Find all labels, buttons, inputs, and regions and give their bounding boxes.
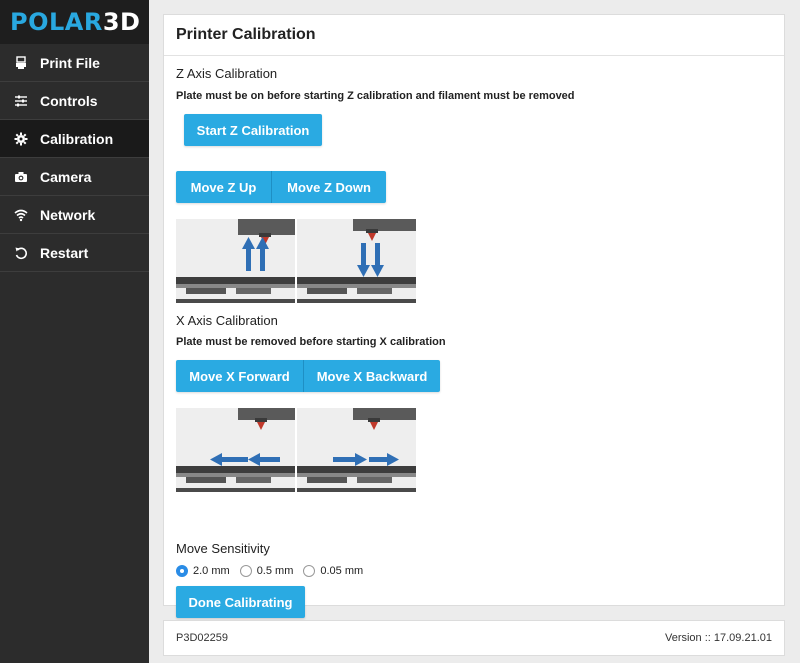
sidebar-item-restart[interactable]: Restart: [0, 234, 149, 272]
restart-icon: [14, 246, 28, 260]
x-backward-illustration: [297, 408, 416, 492]
move-sensitivity-title: Move Sensitivity: [176, 541, 270, 556]
z-axis-title: Z Axis Calibration: [176, 66, 278, 81]
move-x-backward-button[interactable]: Move X Backward: [304, 360, 440, 392]
x-axis-note: Plate must be removed before starting X …: [176, 336, 446, 348]
page-title: Printer Calibration: [176, 26, 316, 43]
move-x-forward-button[interactable]: Move X Forward: [176, 360, 304, 392]
panel-header: Printer Calibration: [164, 15, 784, 56]
sensitivity-option-0-5mm[interactable]: 0.5 mm: [239, 565, 294, 577]
move-z-up-button[interactable]: Move Z Up: [176, 171, 272, 203]
sidebar-item-controls[interactable]: Controls: [0, 82, 149, 120]
logo-text: POLAR3D: [10, 8, 141, 36]
calibration-panel: Printer Calibration Z Axis Calibration P…: [163, 14, 785, 618]
sidebar-item-label: Calibration: [40, 130, 114, 147]
move-z-down-button[interactable]: Move Z Down: [272, 171, 386, 203]
gear-icon: [14, 132, 28, 146]
radio-checked-icon[interactable]: [176, 565, 188, 577]
sidebar-item-network[interactable]: Network: [0, 196, 149, 234]
z-move-button-group: Move Z Up Move Z Down: [176, 171, 386, 203]
start-z-calibration-button[interactable]: Start Z Calibration: [184, 114, 322, 146]
sidebar-item-label: Network: [40, 206, 96, 223]
sidebar-item-calibration[interactable]: Calibration: [0, 120, 149, 158]
version-label: Version :: 17.09.21.01: [664, 632, 772, 644]
z-axis-note: Plate must be on before starting Z calib…: [176, 90, 575, 102]
sidebar-item-label: Restart: [40, 244, 89, 261]
z-up-illustration: [176, 219, 295, 303]
radio-label: 2.0 mm: [193, 565, 230, 577]
sidebar: POLAR3D Print File Controls Calibration …: [0, 0, 149, 663]
radio-label: 0.5 mm: [256, 565, 294, 577]
printer-icon: [14, 55, 28, 70]
sidebar-item-label: Controls: [40, 92, 98, 109]
z-down-illustration: [297, 219, 416, 303]
sidebar-item-camera[interactable]: Camera: [0, 158, 149, 196]
sensitivity-option-0-05mm[interactable]: 0.05 mm: [303, 565, 363, 577]
logo: POLAR3D: [0, 0, 149, 44]
sliders-icon: [14, 94, 28, 108]
sensitivity-radio-group: 2.0 mm 0.5 mm 0.05 mm: [176, 565, 373, 577]
wifi-icon: [14, 208, 28, 222]
radio-unchecked-icon[interactable]: [239, 565, 252, 577]
device-id: P3D02259: [176, 632, 228, 644]
sensitivity-option-2mm[interactable]: 2.0 mm: [176, 565, 230, 577]
sidebar-item-label: Camera: [40, 168, 92, 185]
radio-unchecked-icon[interactable]: [303, 565, 316, 577]
x-forward-illustration: [176, 408, 295, 492]
footer: P3D02259 Version :: 17.09.21.01: [163, 620, 785, 656]
radio-label: 0.05 mm: [320, 565, 364, 577]
sidebar-item-print-file[interactable]: Print File: [0, 44, 149, 82]
x-axis-title: X Axis Calibration: [176, 313, 278, 328]
done-calibrating-button[interactable]: Done Calibrating: [176, 586, 305, 618]
camera-icon: [14, 170, 28, 184]
sidebar-item-label: Print File: [40, 54, 100, 71]
x-move-button-group: Move X Forward Move X Backward: [176, 360, 440, 392]
